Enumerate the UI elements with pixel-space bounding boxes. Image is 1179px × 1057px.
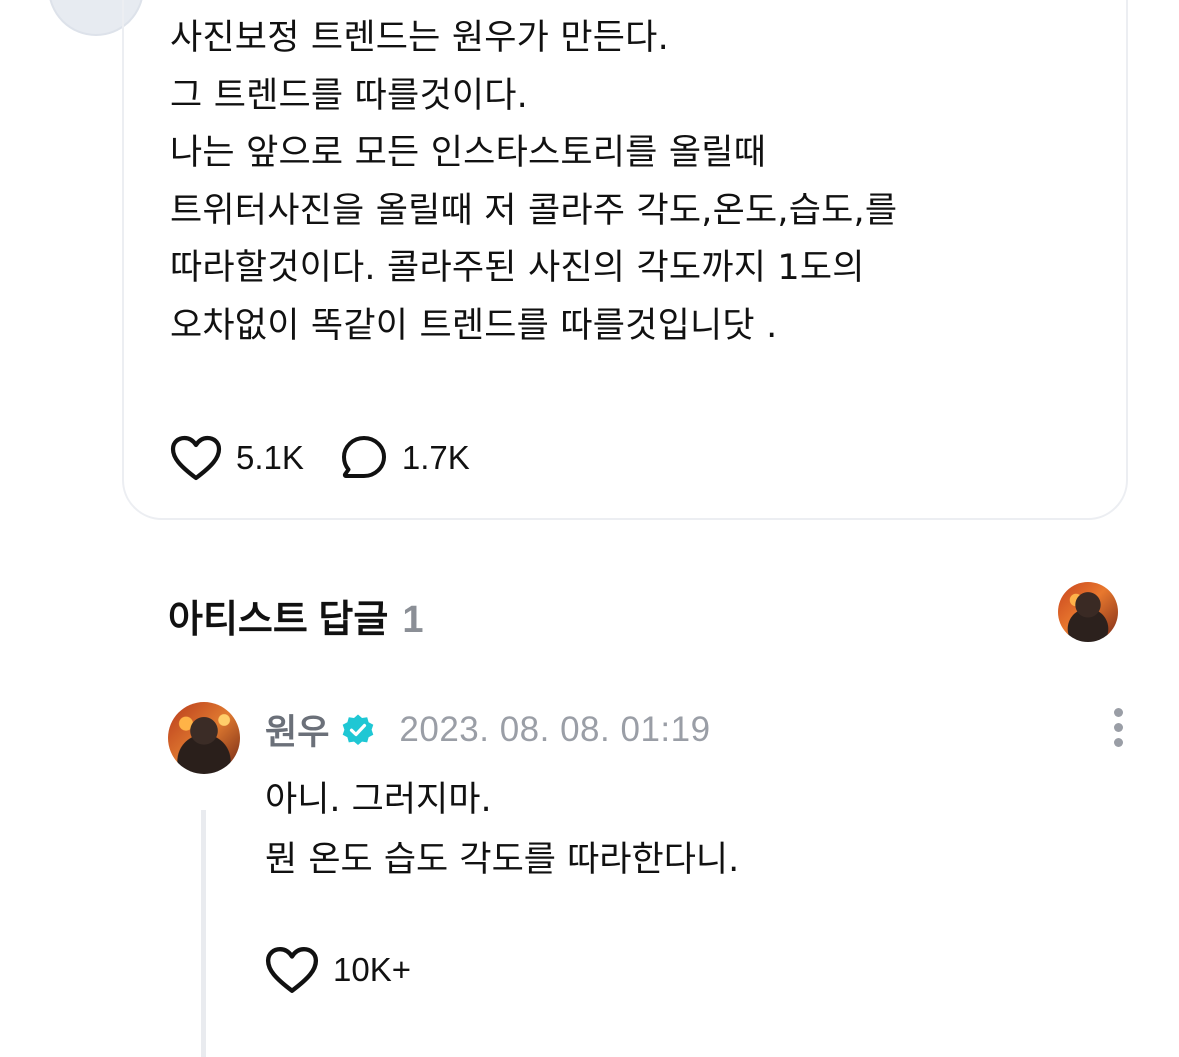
page: 사진보정 트렌드는 원우가 만든다. 그 트렌드를 따를것이다. 나는 앞으로 … xyxy=(0,0,1179,1057)
verified-badge-icon xyxy=(343,714,374,745)
comment-like-count: 10K+ xyxy=(333,951,411,988)
comment-like-button[interactable]: 10K+ xyxy=(265,946,411,994)
heart-icon xyxy=(170,435,222,481)
comment-line: 아니. 그러지마. xyxy=(265,780,492,820)
artist-replies-header: 아티스트 답글 1 xyxy=(168,588,423,643)
comment-body: 아니. 그러지마. 뭔 온도 습도 각도를 따라한다니. xyxy=(265,770,1085,890)
post-body: 사진보정 트렌드는 원우가 만든다. 그 트렌드를 따를것이다. 나는 앞으로 … xyxy=(170,10,1070,355)
comment-meta: 원우 2023. 08. 08. 01:19 xyxy=(265,704,711,755)
post-comment-count: 1.7K xyxy=(401,439,470,476)
comment-author-avatar[interactable] xyxy=(168,702,240,774)
artist-replies-title: 아티스트 답글 xyxy=(168,599,389,641)
comment-date: 2023. 08. 08. 01:19 xyxy=(399,709,711,749)
post-like-button[interactable]: 5.1K xyxy=(170,435,304,481)
more-options-icon[interactable] xyxy=(1108,708,1128,750)
dot xyxy=(1113,708,1123,717)
post-line: 오차없이 똑같이 트렌드를 따를것입니닷 . xyxy=(170,305,778,346)
comment-bubble-icon xyxy=(341,436,386,478)
comment-line: 뭔 온도 습도 각도를 따라한다니. xyxy=(265,840,740,880)
comment-author-name[interactable]: 원우 xyxy=(265,704,329,755)
artist-replies-count: 1 xyxy=(402,599,424,641)
post-actions: 5.1K 1.7K xyxy=(170,432,506,484)
dot xyxy=(1113,723,1123,732)
dot xyxy=(1113,738,1123,747)
post-line: 사진보정 트렌드는 원우가 만든다. xyxy=(170,18,669,58)
post-comment-button[interactable]: 1.7K xyxy=(340,434,470,482)
post-line: 따라할것이다. 콜라주된 사진의 각도까지 1도의 xyxy=(170,248,865,288)
thread-line xyxy=(201,810,206,1057)
post-line: 트위터사진을 올릴때 저 콜라주 각도,온도,습도,를 xyxy=(170,190,898,231)
artist-avatar[interactable] xyxy=(1058,582,1118,642)
comment-actions: 10K+ xyxy=(265,942,447,998)
post-line: 나는 앞으로 모든 인스타스토리를 올릴때 xyxy=(170,133,767,173)
post-line: 그 트렌드를 따를것이다. xyxy=(170,75,528,116)
heart-icon xyxy=(265,947,319,993)
post-like-count: 5.1K xyxy=(236,439,304,476)
